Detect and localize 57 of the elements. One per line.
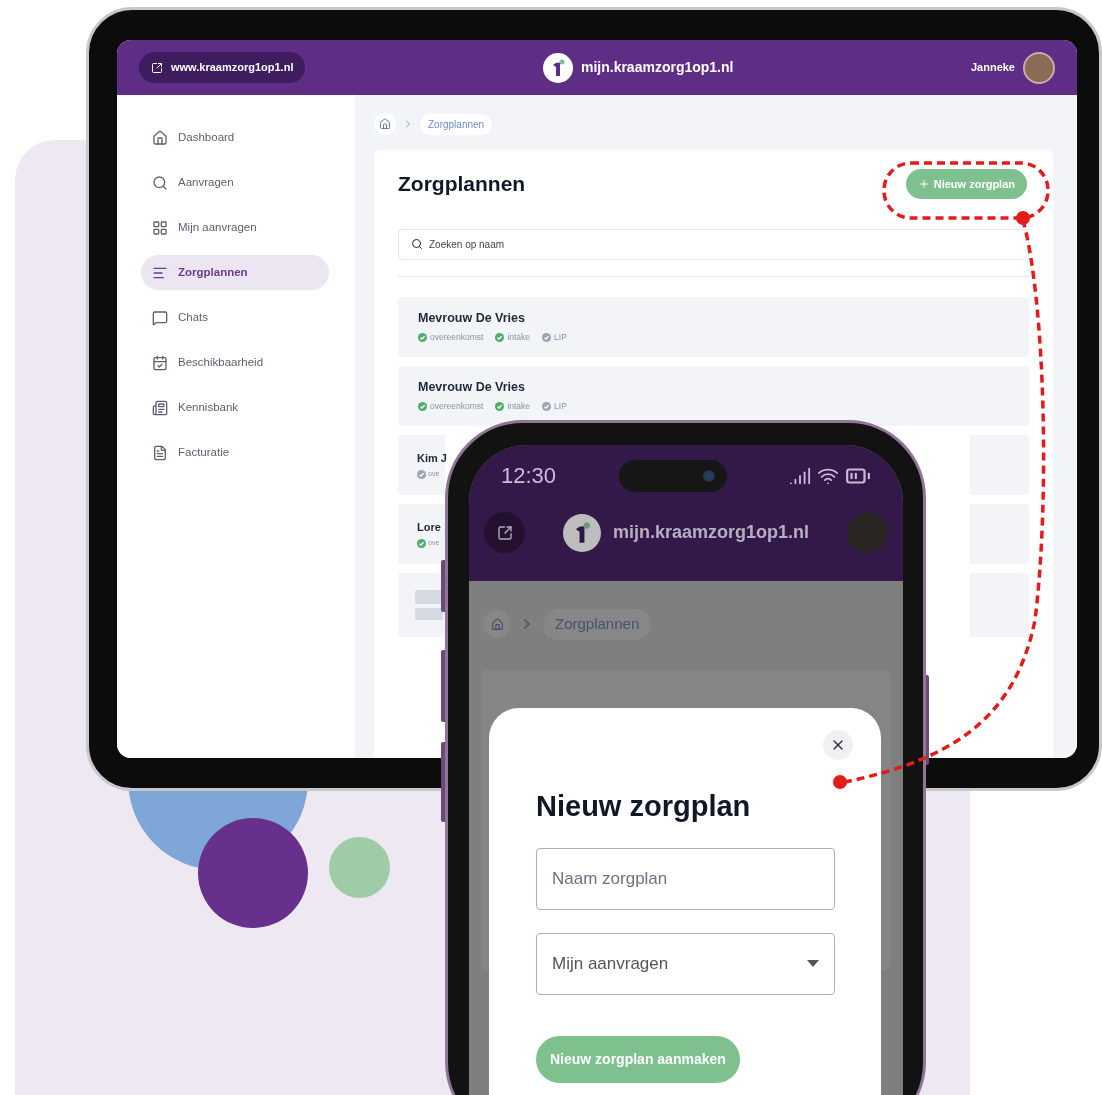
camera-icon <box>702 469 715 482</box>
sidebar-item[interactable]: Beschikbaarheid <box>141 345 329 380</box>
status-label: overeenkomst <box>430 400 484 413</box>
calendar-icon <box>152 354 168 371</box>
sidebar-item[interactable]: Zorgplannen <box>141 255 329 290</box>
row-background <box>970 572 1029 637</box>
name-input-field[interactable]: Naam zorgplan <box>536 847 835 910</box>
status-time: 12:30 <box>501 462 557 490</box>
site-title: mijn.kraamzorg1op1.nl <box>612 521 810 544</box>
external-link-icon <box>496 524 513 541</box>
external-link-icon <box>151 61 163 74</box>
status-label: LIP <box>554 400 567 413</box>
user-name: Janneke <box>970 60 1015 76</box>
sidebar-item[interactable]: Chats <box>141 300 329 335</box>
sidebar-item[interactable]: Facturatie <box>141 435 329 470</box>
external-link-button[interactable] <box>484 512 525 553</box>
home-icon <box>490 617 504 631</box>
grid-icon <box>152 219 168 236</box>
page-title: Zorgplannen <box>398 171 526 197</box>
chat-icon <box>152 309 168 326</box>
sidebar-item[interactable]: Aanvragen <box>141 165 329 200</box>
client-name: Mevrouw De Vries <box>418 310 526 328</box>
sidebar-item[interactable]: Dashboard <box>141 120 329 155</box>
search-icon <box>411 238 423 250</box>
request-select[interactable]: Mijn aanvragen <box>536 932 835 995</box>
avatar-photo-placeholder[interactable] <box>1023 51 1055 84</box>
document-icon <box>152 399 168 416</box>
search-field[interactable]: Zoeken op naam <box>398 228 1029 260</box>
close-button[interactable] <box>823 730 853 760</box>
sidebar-item[interactable]: Mijn aanvragen <box>141 210 329 245</box>
client-name: Kim J <box>417 450 445 466</box>
logo-icon <box>542 52 573 83</box>
home-icon <box>379 118 391 130</box>
modal-title: Nieuw zorgplan <box>536 789 752 824</box>
logo-icon <box>562 513 601 552</box>
client-name: Lore <box>417 519 442 535</box>
skeleton-bar <box>415 589 443 604</box>
home-button[interactable] <box>374 113 396 135</box>
client-name: Mevrouw De Vries <box>418 379 526 397</box>
status-label: intake <box>507 331 531 344</box>
home-button[interactable] <box>483 610 511 639</box>
skeleton-bar <box>415 607 443 620</box>
plus-icon <box>917 177 930 190</box>
status-label: overeenkomst <box>430 331 484 344</box>
search-input[interactable]: Zoeken op naam <box>429 236 1016 252</box>
search-icon <box>152 174 168 191</box>
care-plan-row[interactable]: Mevrouw De Vries overeenkomst intake LIP <box>398 365 1029 426</box>
website-link[interactable]: www.kraamzorg1op1.nl <box>139 52 306 83</box>
sidebar-item[interactable]: Kennisbank <box>141 390 329 425</box>
care-plan-row[interactable]: Mevrouw De Vries overeenkomst intake LIP <box>398 296 1029 357</box>
home-icon <box>152 129 168 146</box>
site-title: mijn.kraamzorg1op1.nl <box>580 58 734 77</box>
breadcrumb-item[interactable]: Zorgplannen <box>420 113 493 135</box>
status-label: intake <box>507 400 531 413</box>
file-icon <box>152 444 168 461</box>
status-label: LIP <box>554 331 567 344</box>
dropdown-caret-icon <box>807 960 819 967</box>
